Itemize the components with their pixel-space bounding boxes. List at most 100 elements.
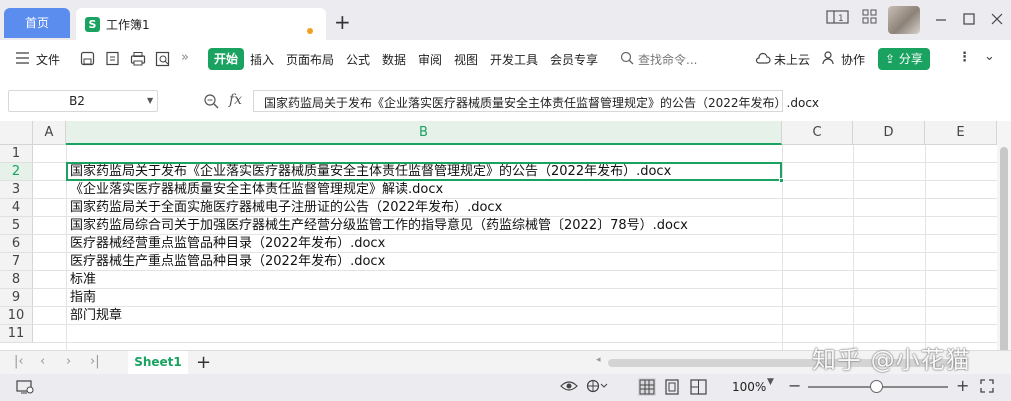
caret-down-icon: ▼ [147,96,154,105]
chevron-down-icon[interactable]: ⌄ [984,49,995,64]
tab-review[interactable]: 审阅 [418,51,442,68]
maximize-icon[interactable] [962,12,976,30]
menu-file[interactable]: 文件 [36,51,60,68]
add-sheet-button[interactable]: + [196,352,211,373]
spreadsheet-grid[interactable]: A B C D E 1 2 国家药监局关于发布《企业落实医疗器械质量安全主体责任监督… [0,121,997,350]
formula-bar: B2 ▼ fx 国家药监局关于发布《企业落实医疗器械质量安全主体责任监督管理规定… [0,86,1011,116]
avatar[interactable] [888,6,920,34]
formula-input[interactable]: 国家药监局关于发布《企业落实医疗器械质量安全主体责任监督管理规定》的公告（202… [253,90,819,112]
function-icon[interactable]: fx [229,92,242,108]
cell-b4[interactable]: 国家药监局关于全面实施医疗器械电子注册证的公告（2022年发布）.docx [70,199,502,217]
row-header-9[interactable]: 9 [0,289,33,307]
eye-protection-icon[interactable] [560,379,578,397]
table-row [33,307,997,325]
zoom-dropdown-icon[interactable]: ▼ [767,377,774,387]
share-icon: ⇪ [885,52,899,66]
scroll-left-icon[interactable]: ◂ [596,355,601,365]
cell-b5[interactable]: 国家药监局综合司关于加强医疗器械生产经营分级监管工作的指导意见（药监综械管〔20… [70,217,688,235]
row-header-2[interactable]: 2 [0,163,33,181]
cell-b6[interactable]: 医疗器械经营重点监管品种目录（2022年发布）.docx [70,235,385,253]
minimize-icon[interactable] [934,12,948,30]
tab-formula[interactable]: 公式 [346,51,370,68]
tab-developer-tools[interactable]: 开发工具 [490,51,538,68]
status-bar: 100% ▼ − + [0,374,1011,401]
zoom-in-icon[interactable]: + [956,376,969,395]
column-header-d[interactable]: D [853,121,925,145]
page-break-view-icon[interactable] [690,379,708,399]
tab-member[interactable]: 会员专享 [550,51,598,68]
ribbon-menu-bar: 文件 » 开始 插入 页面布局 公式 数据 审阅 视图 开发工具 会员专享 查找… [0,40,1011,78]
cell-b8[interactable]: 标准 [70,271,96,289]
app-grid-icon[interactable] [862,9,878,29]
scrollbar-thumb[interactable] [1000,147,1008,377]
share-label: 分享 [898,52,923,66]
zoom-out-icon[interactable]: − [788,376,801,395]
svg-text:1: 1 [838,14,844,24]
column-header-a[interactable]: A [33,121,66,145]
vertical-scrollbar[interactable] [997,121,1011,377]
row-header-10[interactable]: 10 [0,307,33,325]
home-tab[interactable]: 首页 [4,8,70,38]
export-icon[interactable] [105,51,121,71]
print-icon[interactable] [130,51,146,71]
normal-view-icon[interactable] [638,378,656,400]
share-button[interactable]: ⇪ 分享 [878,48,930,70]
row-header-6[interactable]: 6 [0,235,33,253]
command-search-input[interactable]: 查找命令... [638,51,697,68]
cell-b3[interactable]: 《企业落实医疗器械质量安全主体责任监督管理规定》解读.docx [70,181,443,199]
more-tools-icon[interactable]: » [181,50,189,65]
cell-b9[interactable]: 指南 [70,289,96,307]
print-preview-icon[interactable] [155,51,171,71]
globe-icon[interactable] [586,379,608,397]
cell-reference: B2 [69,94,85,108]
select-all-corner[interactable] [0,121,33,145]
window-layout-icon[interactable]: 1 [826,9,850,29]
sheet-tab-sheet1[interactable]: Sheet1 [128,351,188,375]
first-sheet-icon[interactable]: |‹ [14,354,24,369]
save-icon[interactable] [80,51,96,71]
zoom-level[interactable]: 100% [732,380,766,394]
collaborate-icon [822,51,836,69]
hamburger-menu-icon[interactable] [16,52,30,68]
tab-page-layout[interactable]: 页面布局 [286,51,334,68]
zoom-icon[interactable] [203,93,219,113]
next-sheet-icon[interactable]: › [66,354,71,369]
table-row [33,145,997,163]
more-options-icon[interactable]: ⋮ [958,50,971,65]
cloud-status[interactable]: 未上云 [774,51,810,68]
watermark: 知乎 @小花猫 [812,346,971,374]
tab-data[interactable]: 数据 [382,51,406,68]
collaborate-button[interactable]: 协作 [841,51,865,68]
row-header-11[interactable]: 11 [0,325,33,343]
column-header-c[interactable]: C [782,121,853,145]
formula-value: 国家药监局关于发布《企业落实医疗器械质量安全主体责任监督管理规定》的公告（202… [264,96,820,110]
name-box[interactable]: B2 ▼ [8,90,158,112]
row-header-5[interactable]: 5 [0,217,33,235]
tab-start[interactable]: 开始 [208,48,244,70]
close-icon[interactable] [990,12,1004,30]
macro-icon[interactable] [16,379,34,399]
cell-b7[interactable]: 医疗器械生产重点监管品种目录（2022年发布）.docx [70,253,385,271]
fill-handle[interactable] [779,178,784,183]
row-header-7[interactable]: 7 [0,253,33,271]
page-layout-view-icon[interactable] [664,379,680,399]
row-header-4[interactable]: 4 [0,199,33,217]
column-header-b[interactable]: B [66,121,782,145]
tab-view[interactable]: 视图 [454,51,478,68]
document-tab[interactable]: S 工作簿1 [76,8,326,40]
prev-sheet-icon[interactable]: ‹ [40,354,45,369]
cell-b10[interactable]: 部门规章 [70,307,122,325]
row-header-3[interactable]: 3 [0,181,33,199]
tab-insert[interactable]: 插入 [250,51,274,68]
last-sheet-icon[interactable]: ›| [90,354,100,369]
spreadsheet-icon: S [85,17,100,32]
title-bar: 首页 S 工作簿1 + 1 [0,0,1011,40]
fullscreen-icon[interactable] [980,379,994,397]
row-header-8[interactable]: 8 [0,271,33,289]
new-tab-button[interactable]: + [334,12,351,32]
table-row [33,289,997,307]
selected-cell-b2[interactable] [66,162,782,181]
row-header-1[interactable]: 1 [0,145,33,163]
zoom-slider-knob[interactable] [870,380,883,393]
column-header-e[interactable]: E [925,121,997,145]
